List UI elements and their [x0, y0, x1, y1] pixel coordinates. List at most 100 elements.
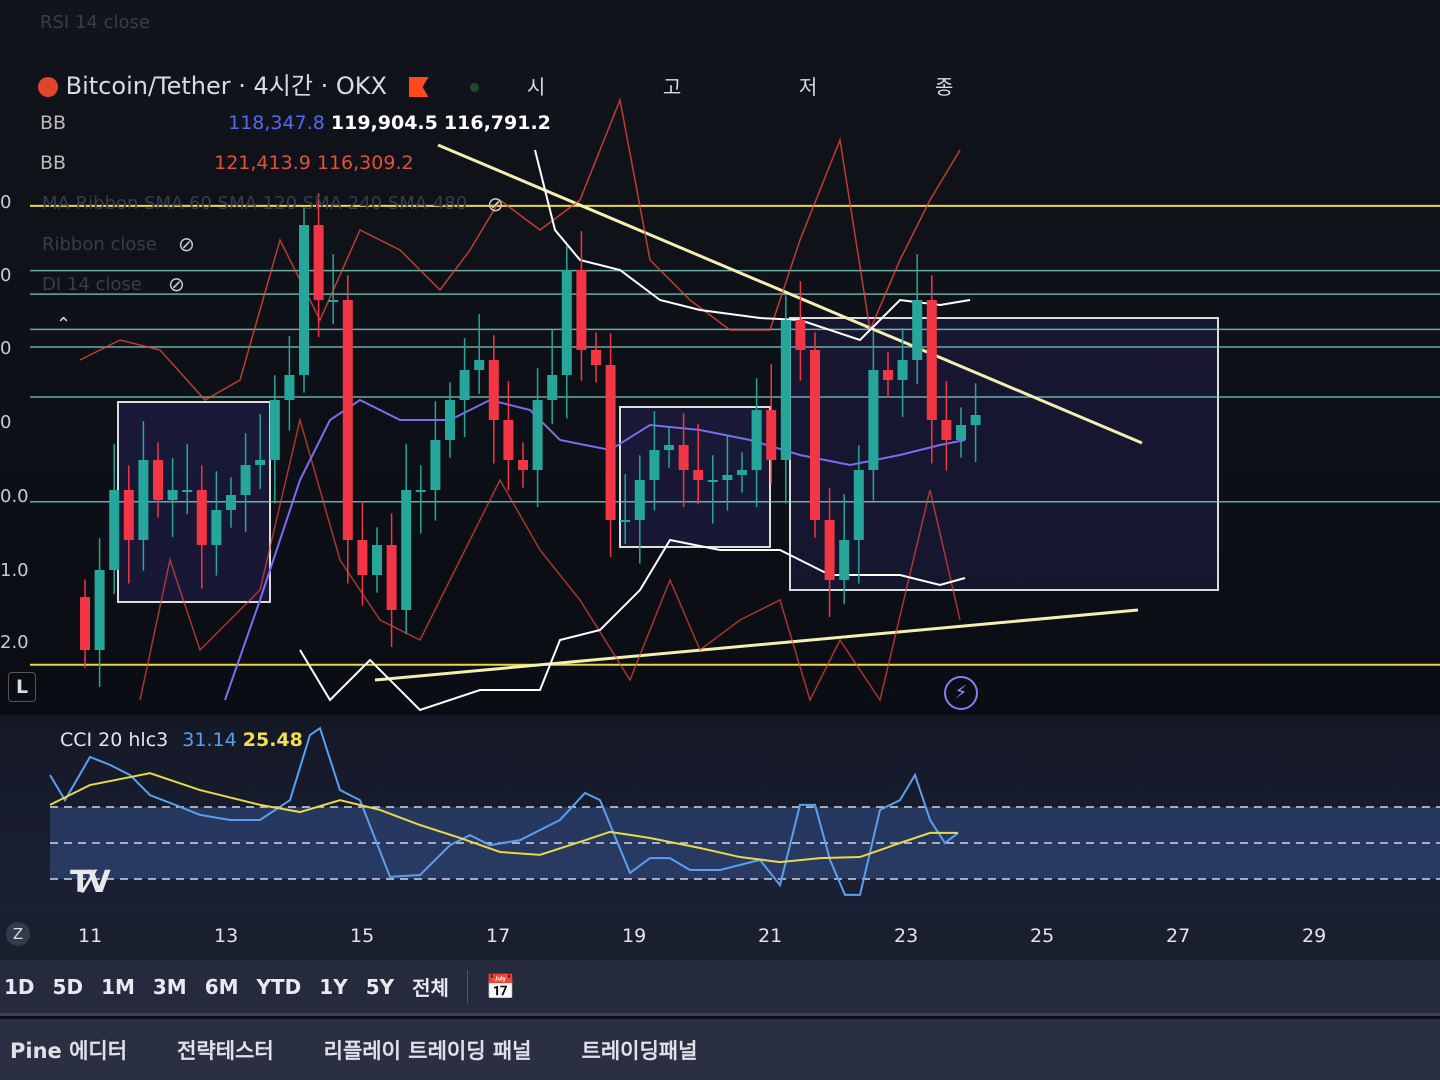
bb1-label: BB — [40, 112, 67, 134]
hidden-eye-icon[interactable]: ⊘ — [487, 192, 504, 216]
range-1d[interactable]: 1D — [4, 975, 35, 999]
time-axis-label: 13 — [214, 925, 239, 947]
candle-up — [474, 360, 485, 370]
bb2-legend[interactable]: BB 121,413.9 116,309.2 — [40, 152, 414, 174]
axis-label: 0 — [0, 192, 12, 213]
exchange-flag-icon — [408, 77, 429, 97]
candle-down — [488, 360, 499, 420]
candle-up — [459, 370, 470, 400]
candle-up — [780, 320, 791, 460]
zoom-reset-button[interactable]: Z — [6, 922, 30, 946]
candle-up — [182, 490, 193, 492]
tab-pine-editor[interactable]: Pine 에디터 — [10, 1035, 127, 1065]
candle-down — [693, 470, 704, 480]
ohlc-close-label: 종 — [934, 75, 954, 99]
candle-up — [853, 470, 864, 540]
candle-up — [561, 270, 572, 375]
range-6m[interactable]: 6M — [205, 975, 239, 999]
tab-replay-trading-panel[interactable]: 리플레이 트레이딩 패널 — [324, 1035, 532, 1065]
collapse-legend-chevron-icon[interactable]: ⌃ — [56, 314, 71, 335]
candle-down — [153, 460, 163, 500]
candle-up — [664, 445, 674, 450]
price-chart-pane[interactable]: RSI 14 close Bitcoin/Tether · 4시간 · OKX … — [0, 0, 1440, 715]
ma-ribbon-legend[interactable]: MA Ribbon SMA 60 SMA 120 SMA 240 SMA 480 — [42, 193, 467, 214]
time-axis-label: 25 — [1030, 925, 1055, 947]
candle-up — [839, 540, 850, 580]
candle-up — [372, 545, 382, 575]
price-chart-canvas[interactable] — [0, 0, 1440, 715]
candle-up — [445, 400, 455, 440]
candle-up — [109, 490, 120, 570]
hidden-eye-icon[interactable]: ⊘ — [178, 232, 195, 256]
axis-label: 2.0 — [0, 632, 29, 653]
candle-up — [722, 475, 733, 480]
candle-down — [605, 365, 616, 520]
candle-down — [503, 420, 514, 460]
candle-up — [138, 460, 149, 540]
symbol-title[interactable]: Bitcoin/Tether · 4시간 · OKX — [66, 72, 387, 100]
candle-down — [795, 320, 806, 350]
candle-up — [970, 415, 981, 425]
candle-down — [196, 490, 207, 545]
candle-down — [926, 300, 937, 420]
cci-pane[interactable]: CCI 20 hlc3 31.14 25.48 T⁄V — [0, 715, 1440, 915]
candle-down — [810, 350, 820, 520]
axis-label: 0 — [0, 265, 12, 286]
candle-up — [620, 520, 631, 522]
range-3m[interactable]: 3M — [153, 975, 187, 999]
ohlc-open-label: 시 — [526, 75, 546, 99]
candle-down — [824, 520, 835, 580]
go-to-date-icon[interactable]: 📅 — [486, 973, 516, 1001]
cci-legend[interactable]: CCI 20 hlc3 31.14 25.48 — [60, 729, 303, 751]
candle-up — [430, 440, 441, 490]
rsi-legend: RSI 14 close — [40, 12, 150, 33]
candle-up — [240, 465, 251, 495]
candle-up — [167, 490, 178, 500]
ascending-trendline — [374, 608, 1139, 682]
candle-down — [123, 490, 134, 540]
di-legend[interactable]: DI 14 close — [42, 274, 142, 295]
candle-up — [707, 480, 718, 482]
range-5d[interactable]: 5D — [53, 975, 84, 999]
candle-up — [211, 510, 222, 545]
bitcoin-logo-icon — [38, 77, 58, 97]
candle-down — [80, 597, 90, 650]
hidden-eye-icon[interactable]: ⊘ — [168, 272, 185, 296]
bb-upper-line — [534, 149, 971, 342]
time-axis-label: 19 — [622, 925, 647, 947]
bb2-upper: 121,413.9 — [214, 152, 311, 174]
candle-down — [342, 300, 353, 540]
candle-up — [255, 460, 266, 465]
candle-up — [401, 490, 412, 610]
candle-up — [284, 375, 295, 400]
bb1-legend[interactable]: BB 118,347.8 119,904.5 116,791.2 — [40, 112, 551, 134]
range-ytd[interactable]: YTD — [257, 975, 302, 999]
candle-down — [313, 225, 324, 300]
candle-up — [94, 570, 105, 650]
range-1y[interactable]: 1Y — [319, 975, 347, 999]
candle-up — [547, 375, 558, 400]
range-all[interactable]: 전체 — [412, 972, 449, 1001]
time-axis[interactable]: Z 11 13 15 17 19 21 23 25 27 29 — [0, 915, 1440, 960]
lightning-alert-icon[interactable]: ⚡ — [944, 676, 978, 710]
symbol-title-row[interactable]: Bitcoin/Tether · 4시간 · OKX 시 고 저 종 — [38, 66, 953, 101]
candle-up — [328, 300, 339, 302]
divider — [466, 969, 468, 1004]
candle-up — [532, 400, 543, 470]
candle-up — [868, 370, 879, 470]
tradingview-logo-icon: T⁄V — [70, 865, 111, 900]
range-5y[interactable]: 5Y — [366, 975, 394, 999]
ribbon-legend[interactable]: Ribbon close — [42, 234, 157, 255]
candle-up — [751, 410, 762, 470]
candle-up — [649, 450, 660, 480]
log-scale-button[interactable]: L — [8, 672, 36, 702]
time-axis-label: 23 — [894, 925, 919, 947]
ohlc-low-label: 저 — [798, 75, 818, 99]
cci-title: CCI 20 hlc3 — [60, 729, 169, 751]
candle-up — [956, 425, 966, 440]
tab-trading-panel[interactable]: 트레이딩패널 — [582, 1035, 698, 1065]
range-1m[interactable]: 1M — [101, 975, 135, 999]
axis-label: 1.0 — [0, 560, 29, 581]
range-box — [789, 317, 1219, 591]
tab-strategy-tester[interactable]: 전략테스터 — [177, 1035, 274, 1065]
